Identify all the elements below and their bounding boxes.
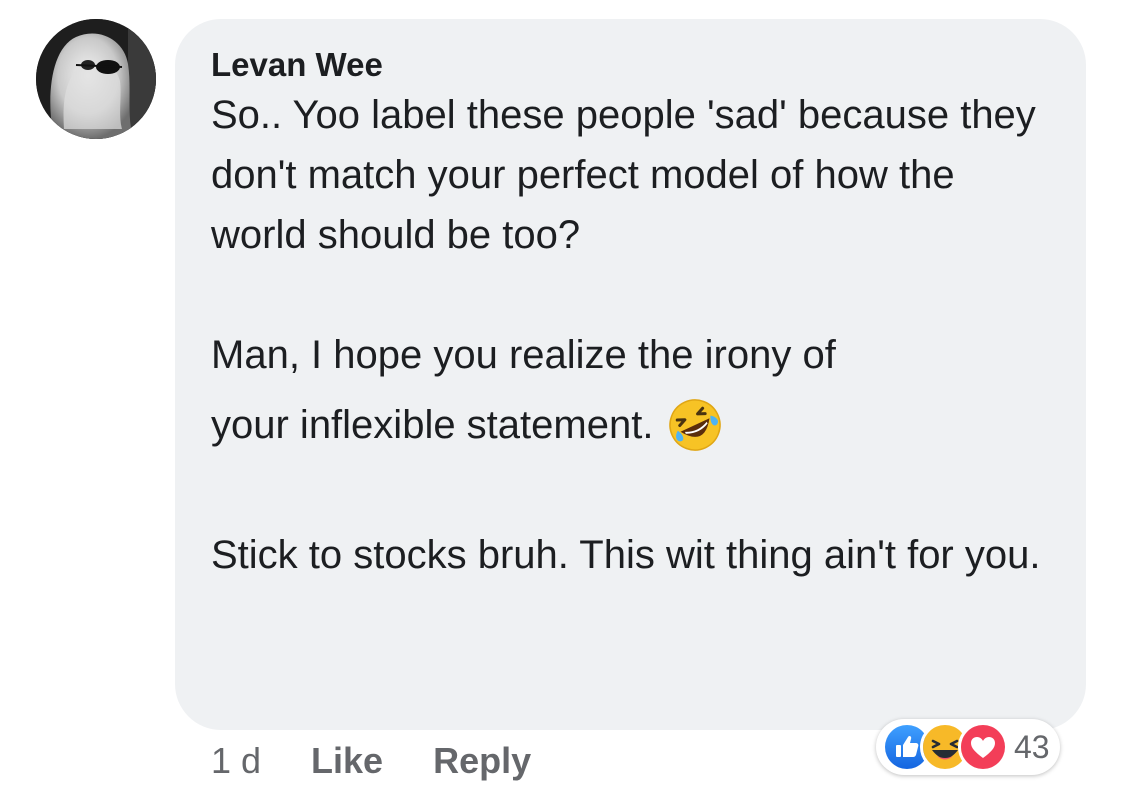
love-reaction-icon (958, 722, 1008, 772)
comment-line-with-emoji: your inflexible statement. (211, 385, 723, 465)
comment-paragraph: Stick to stocks bruh. This wit thing ain… (211, 533, 1041, 577)
comment-bubble: Levan Wee So.. Yoo label these people 's… (175, 19, 1086, 730)
rolling-on-floor-laughing-icon (667, 397, 723, 453)
comment-timestamp[interactable]: 1 d (211, 740, 261, 782)
comment: Levan Wee So.. Yoo label these people 's… (0, 0, 1125, 798)
comment-actions: 1 d Like Reply (211, 736, 581, 786)
avatar[interactable] (36, 19, 156, 139)
like-button[interactable]: Like (311, 740, 383, 782)
reply-button[interactable]: Reply (433, 740, 531, 782)
avatar-image (36, 19, 156, 139)
comment-paragraph: your inflexible statement. (211, 403, 654, 447)
reactions-summary[interactable]: 43 (876, 719, 1060, 775)
comment-paragraph: So.. Yoo label these people 'sad' becaus… (211, 93, 1036, 257)
reaction-count: 43 (1014, 728, 1050, 765)
comment-paragraph: Man, I hope you realize the irony of (211, 333, 836, 377)
comment-author[interactable]: Levan Wee (211, 45, 1050, 85)
